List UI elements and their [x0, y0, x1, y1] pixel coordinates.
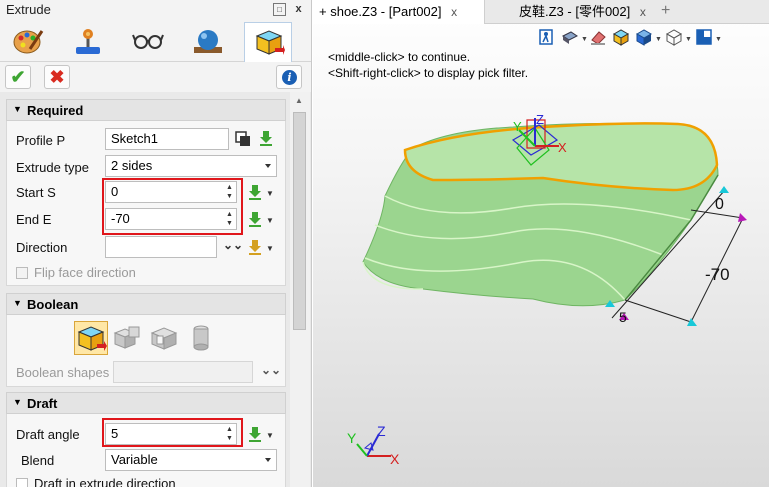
draft-angle-label: Draft angle: [16, 427, 80, 442]
chevron-down-icon[interactable]: ▼: [266, 189, 274, 198]
axis-y-label: Y: [347, 430, 357, 446]
extrude-type-select[interactable]: 2 sides: [105, 155, 277, 177]
glasses-icon: [132, 34, 164, 49]
tab-render[interactable]: [184, 22, 232, 60]
axis-x-label: X: [390, 451, 400, 467]
collapse-icon: ▼: [13, 104, 22, 114]
tab-glasses[interactable]: [124, 22, 172, 60]
download-pick-icon[interactable]: [247, 211, 263, 227]
boolean-add-button[interactable]: [111, 321, 145, 355]
boolean-header-label: Boolean: [27, 297, 79, 312]
download-pick-icon[interactable]: [247, 426, 263, 442]
boolean-section-body: Boolean shapes ⌄⌄: [6, 315, 286, 387]
axis-y-label: Y: [513, 119, 522, 134]
cancel-button[interactable]: ✖: [44, 65, 70, 89]
profile-field[interactable]: Sketch1: [105, 128, 229, 150]
draft-extrude-label: Draft in extrude direction: [34, 476, 176, 487]
3d-viewport[interactable]: + shoe.Z3 - [Part002] x 皮鞋.Z3 - [零件002] …: [313, 0, 769, 487]
scrollbar-thumb[interactable]: [293, 112, 306, 330]
joystick-icon: [76, 29, 100, 54]
end-label: End E: [16, 212, 52, 227]
blend-label: Blend: [21, 453, 55, 468]
chevron-down-icon[interactable]: ▼: [266, 431, 274, 440]
start-label: Start S: [16, 185, 56, 200]
boolean-add-icon: [113, 326, 140, 349]
extrude-box-icon: [255, 30, 285, 55]
panel-title-bar: Extrude □ x: [0, 0, 311, 20]
info-icon: i: [282, 70, 297, 85]
required-section-header[interactable]: ▼ Required: [6, 99, 286, 121]
ok-button[interactable]: ✔: [5, 65, 31, 89]
copy-icon[interactable]: [235, 131, 251, 147]
chevron-down-icon[interactable]: ▼: [266, 244, 274, 253]
extruded-shoe-body[interactable]: [362, 122, 719, 307]
axis-x-label: X: [558, 140, 567, 155]
boolean-base-button[interactable]: [74, 321, 108, 355]
help-button[interactable]: i: [276, 65, 302, 89]
flip-checkbox[interactable]: [16, 267, 28, 279]
tool-tab-row: [0, 20, 311, 62]
dim-draft-label[interactable]: 5: [619, 309, 627, 325]
boolean-remove-button[interactable]: [148, 321, 182, 355]
dim-arrow-icon: [719, 186, 729, 193]
extrude-box-icon: [77, 326, 107, 351]
expand-chevron-icon[interactable]: ⌄⌄: [261, 363, 281, 377]
flip-label: Flip face direction: [34, 265, 136, 280]
action-row: ✔ ✖ i: [0, 62, 311, 92]
tab-joystick[interactable]: [64, 22, 112, 60]
extrude-type-label: Extrude type: [16, 160, 89, 175]
paint-palette-icon: [13, 30, 44, 54]
scroll-up-icon[interactable]: ▲: [295, 96, 303, 105]
tab-paint[interactable]: [4, 22, 52, 60]
start-end-highlight: [102, 178, 243, 235]
panel-title: Extrude: [6, 2, 51, 17]
float-panel-button[interactable]: □: [273, 3, 286, 16]
global-axis-triad: [356, 433, 391, 457]
direction-field[interactable]: [105, 236, 217, 258]
close-panel-button[interactable]: x: [292, 3, 305, 16]
boolean-remove-icon: [150, 327, 178, 350]
sphere-render-icon: [194, 30, 222, 53]
model-canvas[interactable]: 0 -70 5 X Z Y X Z Y: [313, 0, 769, 487]
draft-extrude-checkbox[interactable]: [16, 478, 28, 487]
boolean-intersect-button[interactable]: [185, 321, 219, 355]
collapse-icon: ▼: [13, 397, 22, 407]
boolean-intersect-icon: [193, 325, 209, 351]
dim-end-label[interactable]: -70: [705, 265, 730, 284]
profile-label: Profile P: [16, 133, 66, 148]
dim-start-label[interactable]: 0: [715, 196, 724, 213]
boolean-section-header[interactable]: ▼ Boolean: [6, 293, 286, 315]
download-pick-icon[interactable]: [247, 184, 263, 200]
options-scroll-area: ▼ Required Profile P Sketch1 Extrude typ…: [0, 92, 311, 487]
axis-z-label: Z: [377, 423, 386, 439]
boolean-shapes-field[interactable]: [113, 361, 253, 383]
chevron-down-icon[interactable]: ▼: [266, 216, 274, 225]
extrude-panel: Extrude □ x ✔ ✖ i ▼ Required Profile P S…: [0, 0, 312, 487]
draft-angle-highlight: [102, 418, 243, 447]
boolean-shapes-label: Boolean shapes: [16, 365, 110, 380]
axis-z-label: Z: [536, 112, 544, 127]
direction-label: Direction: [16, 240, 68, 255]
collapse-icon: ▼: [13, 298, 22, 308]
draft-header-label: Draft: [27, 396, 58, 411]
tab-extrude[interactable]: [244, 22, 292, 62]
required-header-label: Required: [27, 103, 84, 118]
download-pick-icon[interactable]: [258, 130, 274, 146]
download-pick-icon[interactable]: [247, 239, 263, 255]
expand-chevron-icon[interactable]: ⌄⌄: [223, 238, 243, 252]
draft-section-header[interactable]: ▼ Draft: [6, 392, 286, 414]
blend-select[interactable]: Variable: [105, 449, 277, 471]
dim-arrow-icon: [738, 213, 747, 222]
panel-scrollbar[interactable]: ▲: [290, 92, 310, 487]
